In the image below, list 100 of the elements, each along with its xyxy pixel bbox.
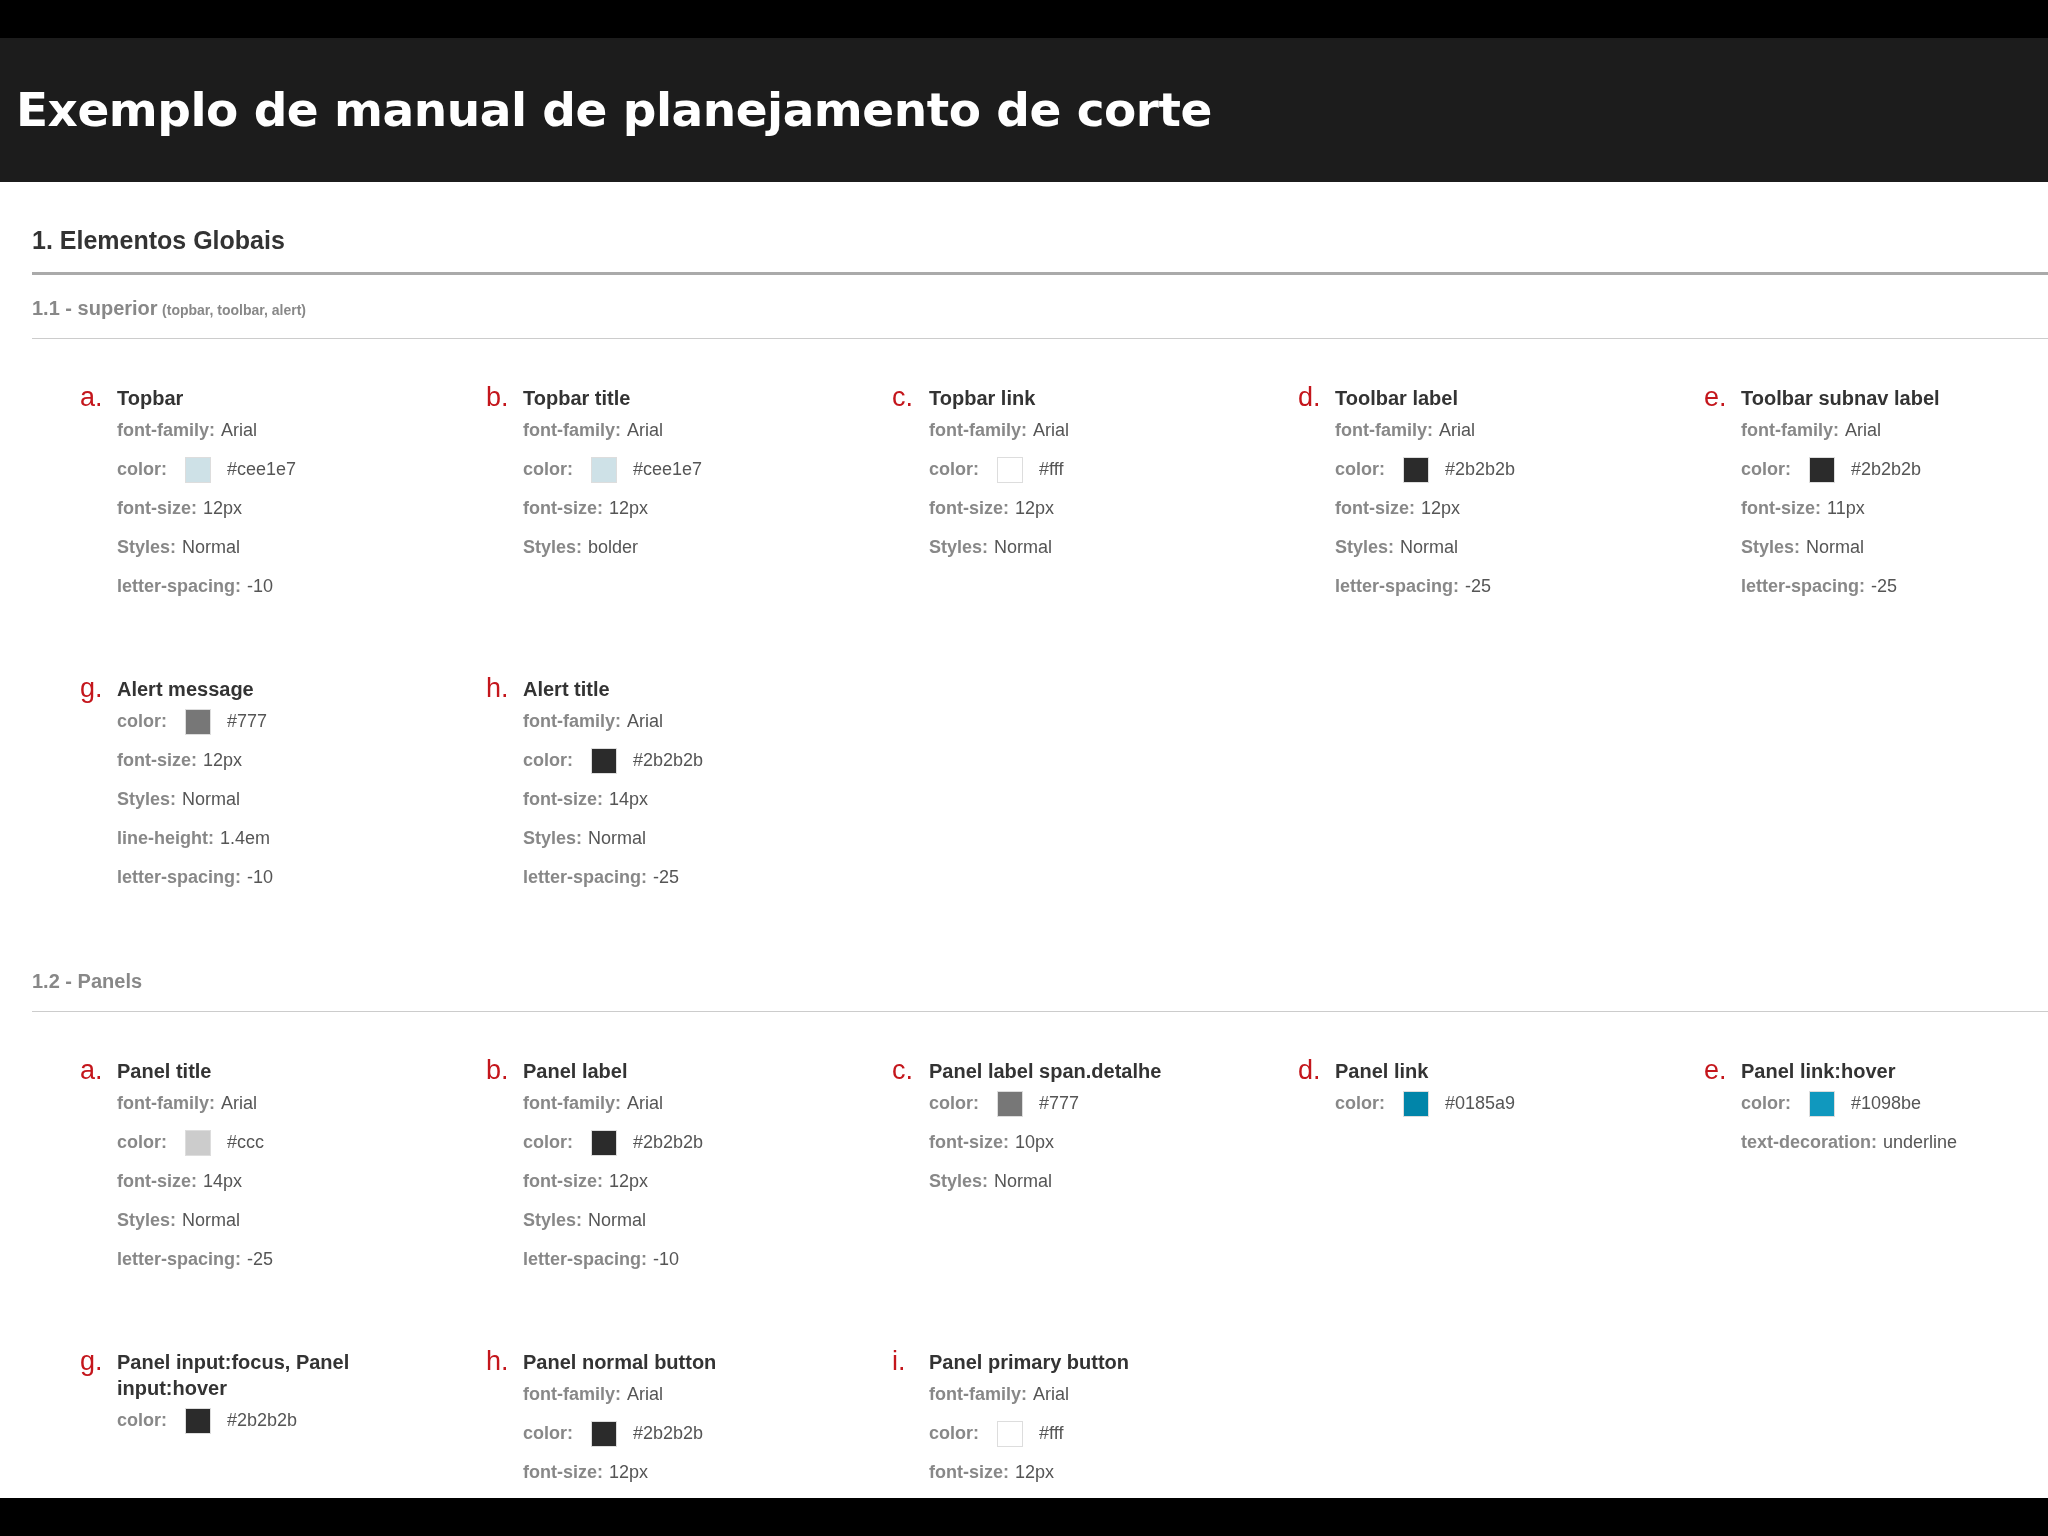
property-value: #ccc — [227, 1131, 265, 1154]
property-name: color: — [523, 1422, 573, 1445]
item-letter: d. — [1298, 385, 1322, 414]
item-letter: a. — [80, 1058, 104, 1087]
item-title: Panel label — [523, 1059, 629, 1084]
property-name: Styles: — [117, 536, 177, 559]
property-value: 14px — [203, 1170, 243, 1193]
property-value: Normal — [994, 536, 1053, 559]
item-letter: b. — [486, 385, 510, 414]
property-name: font-size: — [523, 1461, 603, 1484]
property-value: #2b2b2b — [633, 1422, 704, 1445]
property-name: font-size: — [117, 497, 197, 520]
item-letter: h. — [486, 1349, 510, 1378]
property-name: color: — [929, 1422, 979, 1445]
property-value: -10 — [247, 575, 274, 598]
property-name: font-size: — [929, 497, 1009, 520]
property-value: 12px — [203, 497, 243, 520]
property-name: font-size: — [1335, 497, 1415, 520]
item-letter: h. — [486, 676, 510, 705]
property-value: Arial — [1439, 419, 1475, 442]
property-value: 12px — [1015, 497, 1055, 520]
property-value: -25 — [247, 1248, 274, 1271]
property-value: 14px — [609, 788, 649, 811]
property-value: 11px — [1827, 497, 1865, 520]
property-value: #2b2b2b — [633, 1131, 704, 1154]
property-name: letter-spacing: — [1741, 575, 1866, 598]
property-value: #fff — [1039, 1422, 1064, 1445]
property-name: font-size: — [929, 1131, 1009, 1154]
property-value: Arial — [1845, 419, 1881, 442]
property-name: font-family: — [523, 419, 621, 442]
property-value: Arial — [627, 419, 663, 442]
property-value: 12px — [1421, 497, 1461, 520]
property-value: 12px — [609, 1461, 649, 1484]
item-title: Topbar link — [929, 386, 1037, 411]
property-name: color: — [1741, 458, 1791, 481]
property-name: Styles: — [929, 1170, 989, 1193]
property-name: color: — [117, 710, 167, 733]
section-heading: 1. Elementos Globais — [32, 224, 2048, 275]
property-value: 12px — [609, 497, 649, 520]
property-name: color: — [117, 458, 167, 481]
item-title: Alert title — [523, 677, 611, 702]
property-name: font-family: — [929, 1383, 1027, 1406]
item-title: Panel link:hover — [1741, 1059, 1897, 1084]
property-value: #2b2b2b — [1445, 458, 1516, 481]
property-name: Styles: — [117, 788, 177, 811]
property-name: font-family: — [523, 1383, 621, 1406]
property-name: Styles: — [523, 1209, 583, 1232]
subsection-heading: 1.1 - superior — [32, 297, 158, 319]
property-value: #777 — [227, 710, 268, 733]
property-value: Normal — [588, 827, 647, 850]
item-title: Alert message — [117, 677, 255, 702]
property-value: Normal — [182, 536, 241, 559]
property-name: font-size: — [117, 1170, 197, 1193]
property-name: Styles: — [1741, 536, 1801, 559]
property-name: color: — [1741, 1092, 1791, 1115]
property-name: color: — [1335, 458, 1385, 481]
property-name: Styles: — [523, 827, 583, 850]
property-value: -25 — [653, 866, 680, 889]
item-letter: i. — [892, 1349, 907, 1378]
subsection-heading: 1.2 - Panels — [32, 970, 143, 992]
property-name: color: — [523, 749, 573, 772]
property-value: #2b2b2b — [1851, 458, 1922, 481]
property-value: #1098be — [1851, 1092, 1922, 1115]
property-value: Arial — [627, 710, 663, 733]
property-name: letter-spacing: — [117, 575, 242, 598]
property-value: #fff — [1039, 458, 1064, 481]
property-value: -10 — [247, 866, 274, 889]
property-name: font-size: — [929, 1461, 1009, 1484]
property-name: line-height: — [117, 827, 214, 850]
property-name: color: — [117, 1409, 167, 1432]
item-letter: c. — [892, 385, 914, 414]
property-value: Normal — [1806, 536, 1865, 559]
property-name: Styles: — [929, 536, 989, 559]
property-name: Styles: — [1335, 536, 1395, 559]
property-value: #cee1e7 — [633, 458, 703, 481]
property-name: letter-spacing: — [117, 866, 242, 889]
property-name: letter-spacing: — [1335, 575, 1460, 598]
property-value: Normal — [182, 788, 241, 811]
property-name: color: — [929, 458, 979, 481]
item-title: Panel normal button — [523, 1350, 718, 1375]
item-title: Topbar title — [523, 386, 632, 411]
property-value: 10px — [1015, 1131, 1055, 1154]
item-title: Panel title — [117, 1059, 213, 1084]
item-title: Toolbar subnav label — [1741, 386, 1941, 411]
property-value: -25 — [1871, 575, 1898, 598]
property-value: underline — [1883, 1131, 1958, 1154]
property-name: font-family: — [117, 419, 215, 442]
property-name: text-decoration: — [1741, 1131, 1877, 1154]
property-name: color: — [117, 1131, 167, 1154]
subsection-note: (topbar, toolbar, alert) — [162, 302, 306, 318]
property-value: bolder — [588, 536, 639, 559]
item-letter: e. — [1704, 385, 1728, 414]
property-value: Arial — [627, 1092, 663, 1115]
property-name: Styles: — [523, 536, 583, 559]
property-name: font-family: — [523, 1092, 621, 1115]
property-name: color: — [929, 1092, 979, 1115]
property-value: #0185a9 — [1445, 1092, 1516, 1115]
property-name: font-family: — [117, 1092, 215, 1115]
property-value: #777 — [1039, 1092, 1080, 1115]
item-title: Panel input:focus, Panel input:hover — [117, 1350, 351, 1401]
